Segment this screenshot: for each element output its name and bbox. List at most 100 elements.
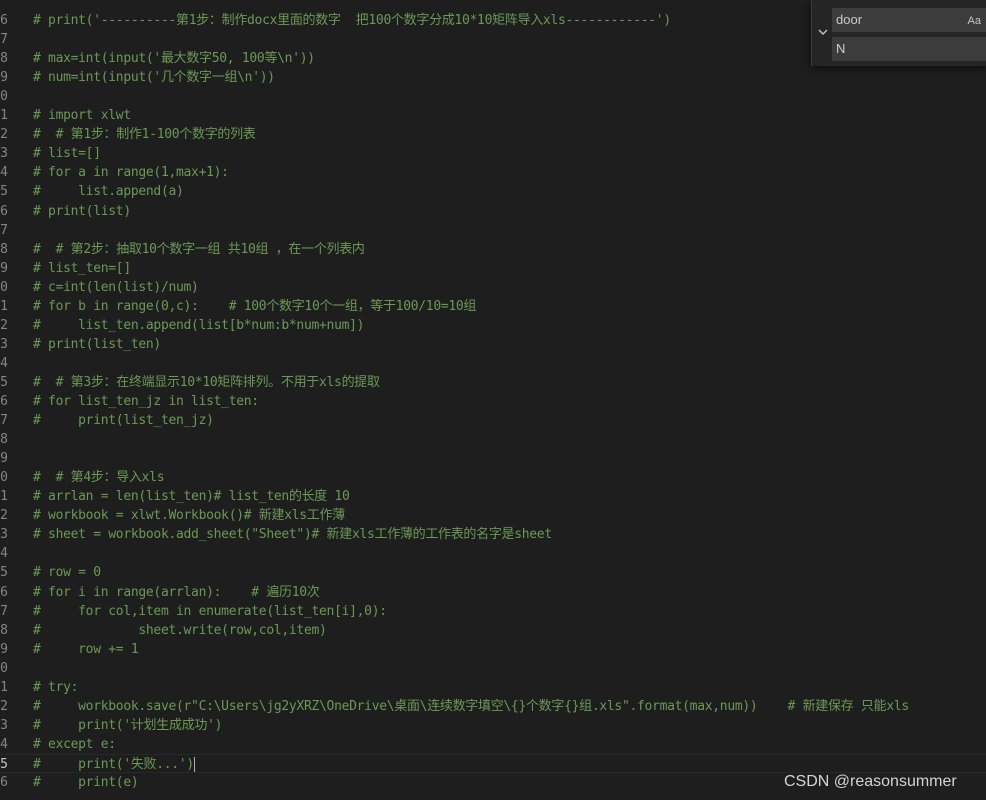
code-line[interactable]: 9 # list_ten=[]: [0, 259, 986, 278]
line-number: 1: [0, 489, 8, 504]
line-number: 1: [0, 680, 8, 695]
line-number: 8: [0, 623, 8, 638]
code-line[interactable]: 8: [0, 430, 986, 449]
line-number: 9: [0, 261, 8, 276]
code-line[interactable]: 1 # try:: [0, 678, 986, 697]
code-text: # print(list): [33, 204, 131, 219]
code-text: # list_ten.append(list[b*num:b*num+num]): [33, 318, 365, 333]
code-line[interactable]: 5 # row = 0: [0, 563, 986, 582]
code-text: # print(e): [33, 775, 139, 790]
code-line[interactable]: 6 # for list_ten_jz in list_ten:: [0, 392, 986, 411]
line-number: 6: [0, 13, 8, 28]
code-line[interactable]: 4: [0, 354, 986, 373]
code-line[interactable]: 0: [0, 659, 986, 678]
code-text: # c=int(len(list)/num): [33, 280, 199, 295]
code-line[interactable]: 2 # list_ten.append(list[b*num:b*num+num]…: [0, 316, 986, 335]
code-line[interactable]: 7: [0, 221, 986, 240]
line-number: 7: [0, 32, 8, 47]
code-text: # print(list_ten): [33, 337, 161, 352]
code-text: # for i in range(arrlan): # 遍历10次: [33, 585, 320, 600]
code-line[interactable]: 6 # for i in range(arrlan): # 遍历10次: [0, 583, 986, 602]
line-number: 8: [0, 432, 8, 447]
code-text: # arrlan = len(list_ten)# list_ten的长度 10: [33, 489, 350, 504]
code-line[interactable]: 3 # print(list_ten): [0, 335, 986, 354]
code-text: # list=[]: [33, 146, 101, 161]
line-number: 4: [0, 356, 8, 371]
code-line[interactable]: 2 # workbook.save(r"C:\Users\jg2yXRZ\OneD…: [0, 697, 986, 716]
code-line[interactable]: 2 # workbook = xlwt.Workbook()# 新建xls工作薄: [0, 506, 986, 525]
code-line[interactable]: 5 # # 第3步：在终端显示10*10矩阵排列。不用于xls的提取: [0, 373, 986, 392]
code-line[interactable]: 2 # # 第1步：制作1-100个数字的列表: [0, 125, 986, 144]
match-case-button[interactable]: Aa: [968, 12, 981, 30]
line-number: 2: [0, 508, 8, 523]
code-text: # for b in range(0,c): # 100个数字10个一组，等于1…: [33, 299, 477, 314]
code-text: # workbook = xlwt.Workbook()# 新建xls工作薄: [33, 508, 345, 523]
code-text: # except e:: [33, 737, 116, 752]
line-number: 3: [0, 146, 8, 161]
code-line[interactable]: 1 # import xlwt: [0, 106, 986, 125]
code-text: # for a in range(1,max+1):: [33, 165, 229, 180]
line-number: 8: [0, 242, 8, 257]
code-line[interactable]: 0 # # 第4步：导入xls: [0, 468, 986, 487]
line-number: 3: [0, 337, 8, 352]
code-text: # sheet = workbook.add_sheet("Sheet")# 新…: [33, 527, 552, 542]
code-line[interactable]: 7 # print(list_ten_jz): [0, 411, 986, 430]
line-number: 0: [0, 470, 8, 485]
code-line[interactable]: 3 # list=[]: [0, 144, 986, 163]
code-text: # list.append(a): [33, 184, 184, 199]
code-text: # print(list_ten_jz): [33, 413, 214, 428]
code-text: # # 第2步：抽取10个数字一组 共10组 ，在一个列表内: [33, 242, 365, 257]
find-input[interactable]: door Aa: [832, 8, 986, 32]
line-number: 5: [0, 757, 8, 772]
line-number: 2: [0, 127, 8, 142]
line-number: 3: [0, 718, 8, 733]
code-line[interactable]: 8 # sheet.write(row,col,item): [0, 621, 986, 640]
line-number: 6: [0, 394, 8, 409]
code-editor[interactable]: 6 # print('----------第1步：制作docx里面的数字 把100…: [0, 0, 986, 800]
code-text: # for list_ten_jz in list_ten:: [33, 394, 259, 409]
code-line[interactable]: 5 # print('失败...'): [0, 754, 986, 773]
chevron-down-icon[interactable]: [816, 24, 830, 40]
code-line[interactable]: 8 # # 第2步：抽取10个数字一组 共10组 ，在一个列表内: [0, 240, 986, 259]
code-text: # sheet.write(row,col,item): [33, 623, 327, 638]
code-line[interactable]: 9 # num=int(input('几个数字一组\n')): [0, 68, 986, 87]
csdn-watermark: CSDN @reasonsummer: [784, 773, 957, 790]
line-number: 9: [0, 451, 8, 466]
code-line[interactable]: 0: [0, 87, 986, 106]
find-replace-widget: door Aa N: [811, 0, 986, 66]
code-line[interactable]: 6 # print(list): [0, 202, 986, 221]
code-text: # try:: [33, 680, 79, 695]
code-line[interactable]: 5 # list.append(a): [0, 182, 986, 201]
code-line[interactable]: 3 # print('计划生成成功'): [0, 716, 986, 735]
find-input-value: door: [836, 12, 863, 27]
line-number: 7: [0, 413, 8, 428]
code-line[interactable]: 1 # for b in range(0,c): # 100个数字10个一组，等于…: [0, 297, 986, 316]
code-line[interactable]: 3 # sheet = workbook.add_sheet("Sheet")# …: [0, 525, 986, 544]
line-number: 9: [0, 642, 8, 657]
code-text: # print('----------第1步：制作docx里面的数字 把100个…: [33, 13, 671, 28]
code-text: # for col,item in enumerate(list_ten[i],…: [33, 604, 387, 619]
code-line[interactable]: 9 # row += 1: [0, 640, 986, 659]
code-text: # row = 0: [33, 565, 101, 580]
code-text: # num=int(input('几个数字一组\n')): [33, 70, 275, 85]
line-number: 8: [0, 51, 8, 66]
line-number: 0: [0, 89, 8, 104]
line-number: 0: [0, 280, 8, 295]
line-number: 2: [0, 318, 8, 333]
replace-input[interactable]: N: [832, 37, 986, 61]
code-line[interactable]: 4 # except e:: [0, 735, 986, 754]
code-line[interactable]: 1 # arrlan = len(list_ten)# list_ten的长度 1…: [0, 487, 986, 506]
code-line[interactable]: 4 # for a in range(1,max+1):: [0, 163, 986, 182]
line-number: 6: [0, 585, 8, 600]
code-line[interactable]: 7 # for col,item in enumerate(list_ten[i]…: [0, 602, 986, 621]
text-cursor: [193, 757, 195, 772]
code-line[interactable]: 0 # c=int(len(list)/num): [0, 278, 986, 297]
code-text: # print('计划生成成功'): [33, 718, 223, 733]
code-line[interactable]: 4: [0, 544, 986, 563]
code-line[interactable]: 9: [0, 449, 986, 468]
line-number: 3: [0, 527, 8, 542]
line-number: 6: [0, 204, 8, 219]
line-number: 1: [0, 108, 8, 123]
code-text: # row += 1: [33, 642, 139, 657]
line-number: 5: [0, 565, 8, 580]
